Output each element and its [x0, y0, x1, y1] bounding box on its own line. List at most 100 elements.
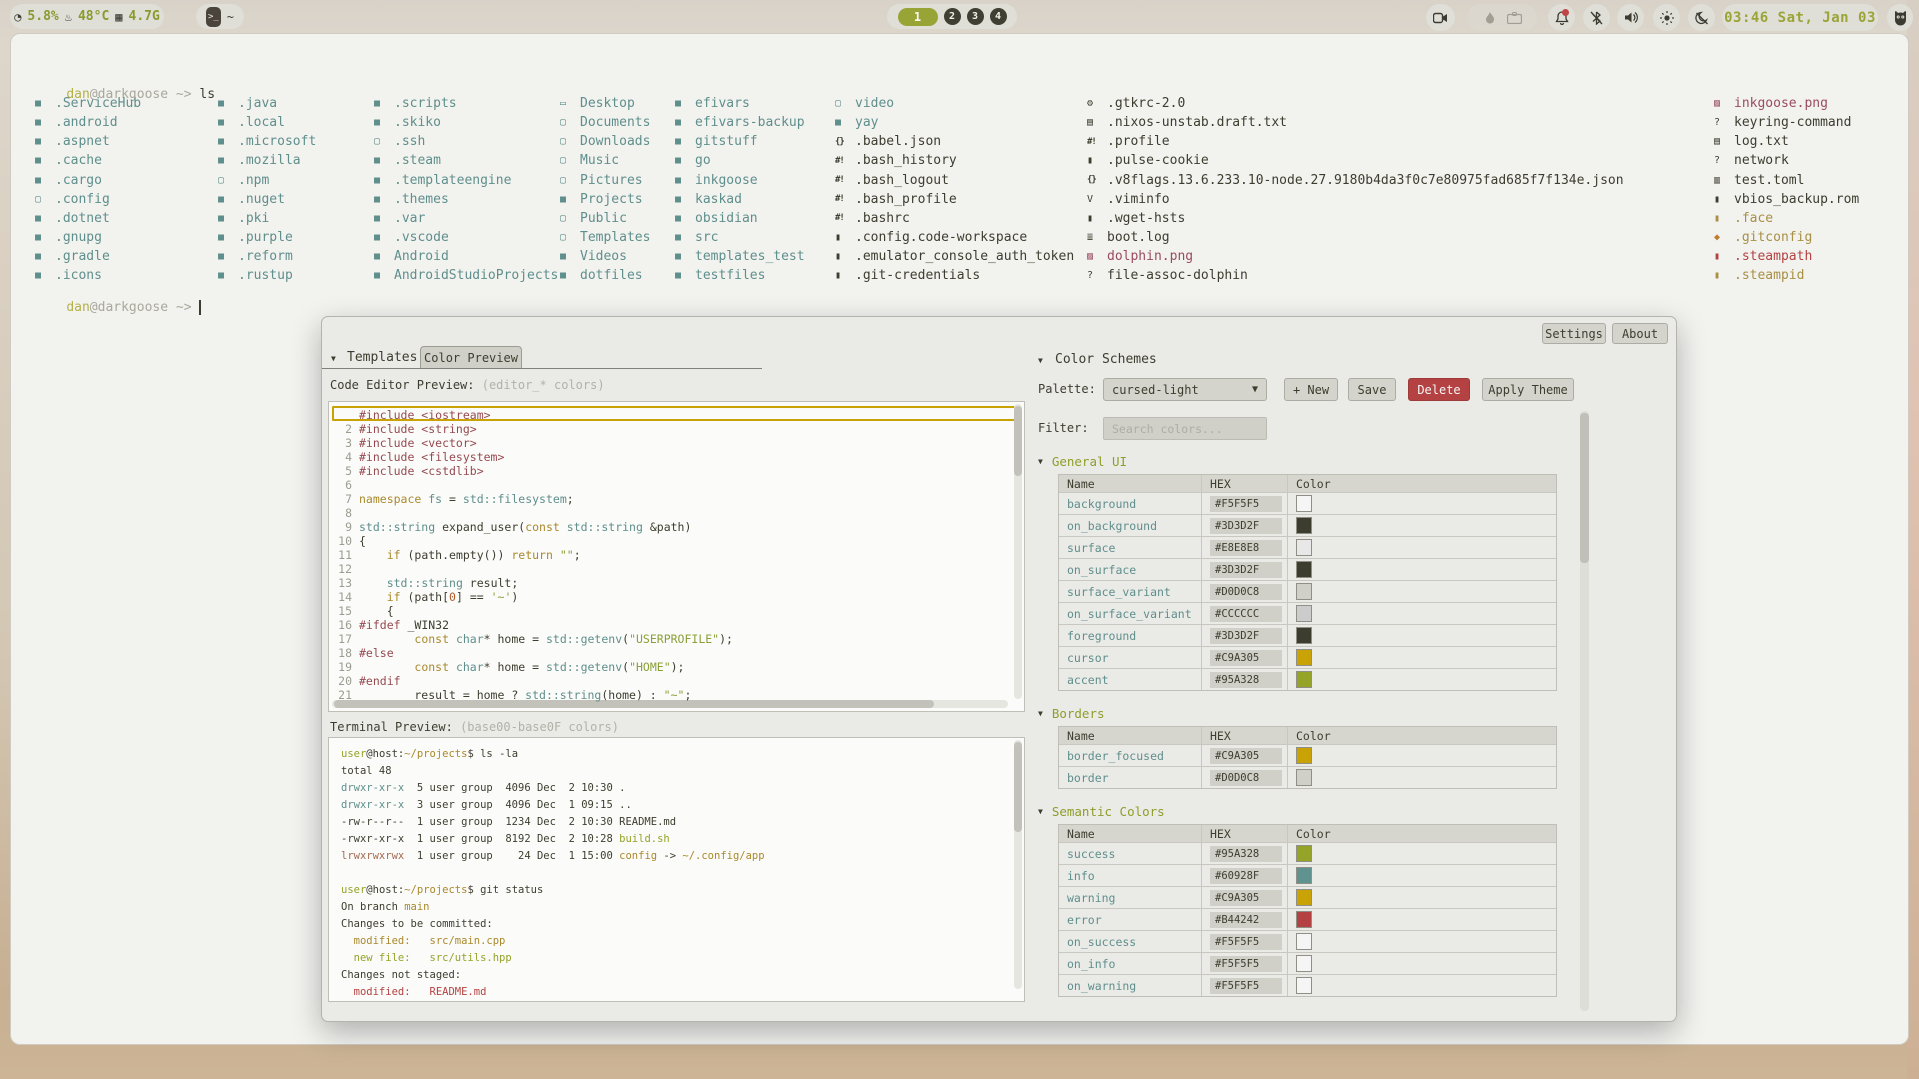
hex-value-input[interactable]: #C9A305: [1210, 748, 1282, 764]
file-entry: ■.cargo: [35, 171, 102, 190]
clock-widget[interactable]: 03:46 Sat, Jan 03: [1722, 4, 1878, 31]
file-entry: #!.bash_logout: [835, 171, 949, 190]
file-entry: ▮.wget-hsts: [1087, 209, 1185, 228]
templates-section-label[interactable]: Templates: [347, 350, 417, 365]
color-swatch[interactable]: [1296, 671, 1312, 688]
bluetooth-button[interactable]: [1583, 4, 1610, 31]
terminal-preview[interactable]: user@host:~/projects$ ls -latotal 48drwx…: [328, 737, 1025, 1002]
file-name: kaskad: [695, 192, 742, 207]
power-menu-button[interactable]: [1887, 4, 1913, 31]
section-collapse-icon[interactable]: ▼: [1038, 807, 1043, 816]
file-name: .icons: [55, 268, 102, 283]
section-header[interactable]: ▼ General UI: [1038, 451, 1568, 471]
settings-button[interactable]: Settings: [1542, 323, 1606, 344]
scrollbar-thumb[interactable]: [1014, 406, 1022, 476]
color-swatch[interactable]: [1296, 517, 1312, 534]
color-swatch[interactable]: [1296, 867, 1312, 884]
shell-prompt-line-2[interactable]: dan@darkgoose ~>: [35, 285, 201, 330]
section-header[interactable]: ▼Semantic Colors: [1038, 801, 1568, 821]
color-swatch[interactable]: [1296, 933, 1312, 950]
hex-value-input[interactable]: #B44242: [1210, 912, 1282, 928]
terminal-taskbar-chip[interactable]: >_ ~: [196, 4, 244, 29]
scrollbar-thumb[interactable]: [1014, 742, 1022, 832]
hex-value-input[interactable]: #F5F5F5: [1210, 496, 1282, 512]
color-swatch[interactable]: [1296, 583, 1312, 600]
filter-input[interactable]: Search colors...: [1103, 417, 1267, 440]
hex-value-input[interactable]: #C9A305: [1210, 650, 1282, 666]
section-collapse-icon[interactable]: ▼: [1038, 709, 1043, 718]
color-swatch[interactable]: [1296, 845, 1312, 862]
inactive-tray-group[interactable]: [1467, 4, 1537, 31]
section-header[interactable]: ▼Borders: [1038, 703, 1568, 723]
new-palette-button[interactable]: + New: [1284, 378, 1338, 401]
color-swatch[interactable]: [1296, 649, 1312, 666]
about-button[interactable]: About: [1612, 323, 1668, 344]
color-schemes-collapse-icon[interactable]: ▼: [1038, 356, 1043, 365]
hex-value-input[interactable]: #60928F: [1210, 868, 1282, 884]
hex-value-input[interactable]: #C9A305: [1210, 890, 1282, 906]
workspace-2[interactable]: 2: [944, 8, 961, 25]
hex-value-input[interactable]: #CCCCCC: [1210, 606, 1282, 622]
color-swatch[interactable]: [1296, 769, 1312, 786]
file-entry: ▢Documents: [560, 113, 650, 132]
color-swatch[interactable]: [1296, 539, 1312, 556]
hex-value-input[interactable]: #3D3D2F: [1210, 518, 1282, 534]
palette-dropdown[interactable]: cursed-light ▼: [1103, 378, 1267, 401]
hex-value-input[interactable]: #95A328: [1210, 846, 1282, 862]
color-swatch[interactable]: [1296, 627, 1312, 644]
color-swatch[interactable]: [1296, 605, 1312, 622]
folder-icon: ■: [675, 270, 695, 281]
code-vertical-scrollbar[interactable]: [1014, 404, 1022, 699]
color-swatch[interactable]: [1296, 889, 1312, 906]
workspace-3[interactable]: 3: [967, 8, 984, 25]
section-title: General UI: [1052, 454, 1127, 469]
apply-theme-button[interactable]: Apply Theme: [1482, 378, 1574, 401]
code-preview-label: Code Editor Preview: (editor_* colors): [330, 378, 605, 392]
section-collapse-icon[interactable]: ▼: [1038, 457, 1043, 466]
tab-color-preview[interactable]: Color Preview: [420, 346, 522, 369]
file-name: .bashrc: [855, 211, 910, 226]
file-entry: ▢.ssh: [374, 132, 425, 151]
file-question-icon: ?: [1714, 155, 1734, 166]
file-name: yay: [855, 115, 878, 130]
memory-chip-icon: ▦: [115, 10, 122, 24]
workspace-1[interactable]: 1: [898, 8, 938, 26]
color-swatch[interactable]: [1296, 955, 1312, 972]
hex-value-input[interactable]: #F5F5F5: [1210, 978, 1282, 994]
code-editor-preview[interactable]: #include <iostream>2#include <string>3#i…: [328, 401, 1025, 712]
templates-collapse-icon[interactable]: ▼: [331, 354, 336, 363]
hex-value-input[interactable]: #95A328: [1210, 672, 1282, 688]
terminal-line: user@host:~/projects$ ls -la: [341, 748, 518, 765]
color-swatch[interactable]: [1296, 977, 1312, 994]
hex-value-input[interactable]: #D0D0C8: [1210, 770, 1282, 786]
hex-value-input[interactable]: #E8E8E8: [1210, 540, 1282, 556]
night-light-button[interactable]: [1688, 4, 1715, 31]
brightness-button[interactable]: [1653, 4, 1680, 31]
hex-value-input[interactable]: #3D3D2F: [1210, 628, 1282, 644]
save-button[interactable]: Save: [1348, 378, 1396, 401]
hex-value-input[interactable]: #3D3D2F: [1210, 562, 1282, 578]
workspace-4[interactable]: 4: [990, 8, 1007, 25]
folder-icon: ■: [675, 136, 695, 147]
terminal-vertical-scrollbar[interactable]: [1014, 740, 1022, 989]
screen-record-button[interactable]: [1426, 4, 1455, 31]
terminal-preview-label: Terminal Preview: (base00-base0F colors): [330, 720, 619, 734]
file-entry: ▢Pictures: [560, 171, 643, 190]
hex-cell: #3D3D2F: [1202, 625, 1288, 646]
file-entry: ■templates_test: [675, 247, 805, 266]
color-swatch[interactable]: [1296, 561, 1312, 578]
notifications-button[interactable]: [1548, 4, 1575, 31]
file-name: Android: [394, 249, 449, 264]
hex-value-input[interactable]: #F5F5F5: [1210, 956, 1282, 972]
system-stats-widget[interactable]: ◔ 5.8% ♨ 48°C ▦ 4.7G: [10, 4, 164, 29]
hex-value-input[interactable]: #D0D0C8: [1210, 584, 1282, 600]
color-swatch[interactable]: [1296, 911, 1312, 928]
scrollbar-thumb[interactable]: [1580, 413, 1589, 563]
color-swatch[interactable]: [1296, 747, 1312, 764]
delete-button[interactable]: Delete: [1408, 378, 1470, 401]
folder-open-icon: ▢: [218, 175, 238, 186]
color-list-scrollbar[interactable]: [1580, 411, 1589, 1011]
color-swatch[interactable]: [1296, 495, 1312, 512]
volume-button[interactable]: [1617, 4, 1644, 31]
hex-value-input[interactable]: #F5F5F5: [1210, 934, 1282, 950]
